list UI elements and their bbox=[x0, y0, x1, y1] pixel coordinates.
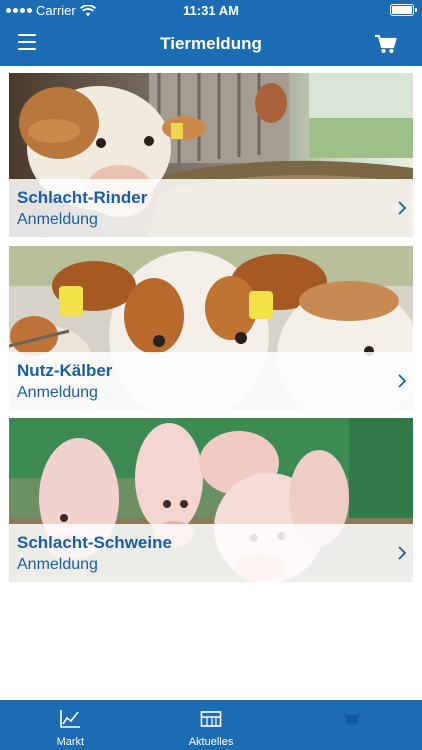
card-subtitle: Anmeldung bbox=[17, 556, 98, 573]
card-schlacht-schweine[interactable]: Schlacht-Schweine Anmeldung bbox=[9, 418, 413, 582]
newspaper-icon bbox=[200, 711, 222, 727]
tab-aktuelles[interactable]: Aktuelles bbox=[141, 700, 282, 750]
card-schlacht-rinder[interactable]: Schlacht-Rinder Anmeldung bbox=[9, 73, 413, 237]
page-title: Tiermeldung bbox=[160, 34, 262, 53]
status-time: 11:31 AM bbox=[183, 3, 239, 18]
top-bar: Carrier 11:31 AM Tiermeldung bbox=[0, 0, 422, 66]
tab-markt[interactable]: Markt bbox=[0, 700, 141, 750]
card-title: Schlacht-Schweine bbox=[17, 533, 172, 552]
tab-label: Tiermeldung bbox=[321, 736, 383, 748]
card-subtitle: Anmeldung bbox=[17, 384, 98, 401]
tab-tiermeldung[interactable]: Tiermeldung bbox=[281, 700, 422, 750]
navigation-bar: Tiermeldung bbox=[0, 22, 422, 66]
card-title: Nutz-Kälber bbox=[17, 361, 113, 380]
card-subtitle: Anmeldung bbox=[17, 211, 98, 228]
tab-label: Markt bbox=[56, 736, 85, 748]
cart-icon[interactable] bbox=[374, 33, 398, 55]
card-title: Schlacht-Rinder bbox=[17, 188, 148, 207]
tab-bar: Markt Aktuelles Tiermeldung bbox=[0, 700, 422, 750]
card-nutz-kaelber[interactable]: Nutz-Kälber Anmeldung bbox=[9, 246, 413, 410]
chevron-right-icon bbox=[398, 374, 407, 388]
chevron-right-icon bbox=[398, 546, 407, 560]
status-bar: Carrier 11:31 AM bbox=[0, 0, 422, 22]
cow-icon bbox=[342, 713, 361, 725]
main-content: Schlacht-Rinder Anmeldung Nutz-Kälber An… bbox=[0, 66, 422, 700]
battery-icon bbox=[390, 4, 417, 16]
chevron-right-icon bbox=[398, 201, 407, 215]
chart-icon bbox=[60, 710, 81, 728]
tab-label: Aktuelles bbox=[188, 736, 234, 748]
